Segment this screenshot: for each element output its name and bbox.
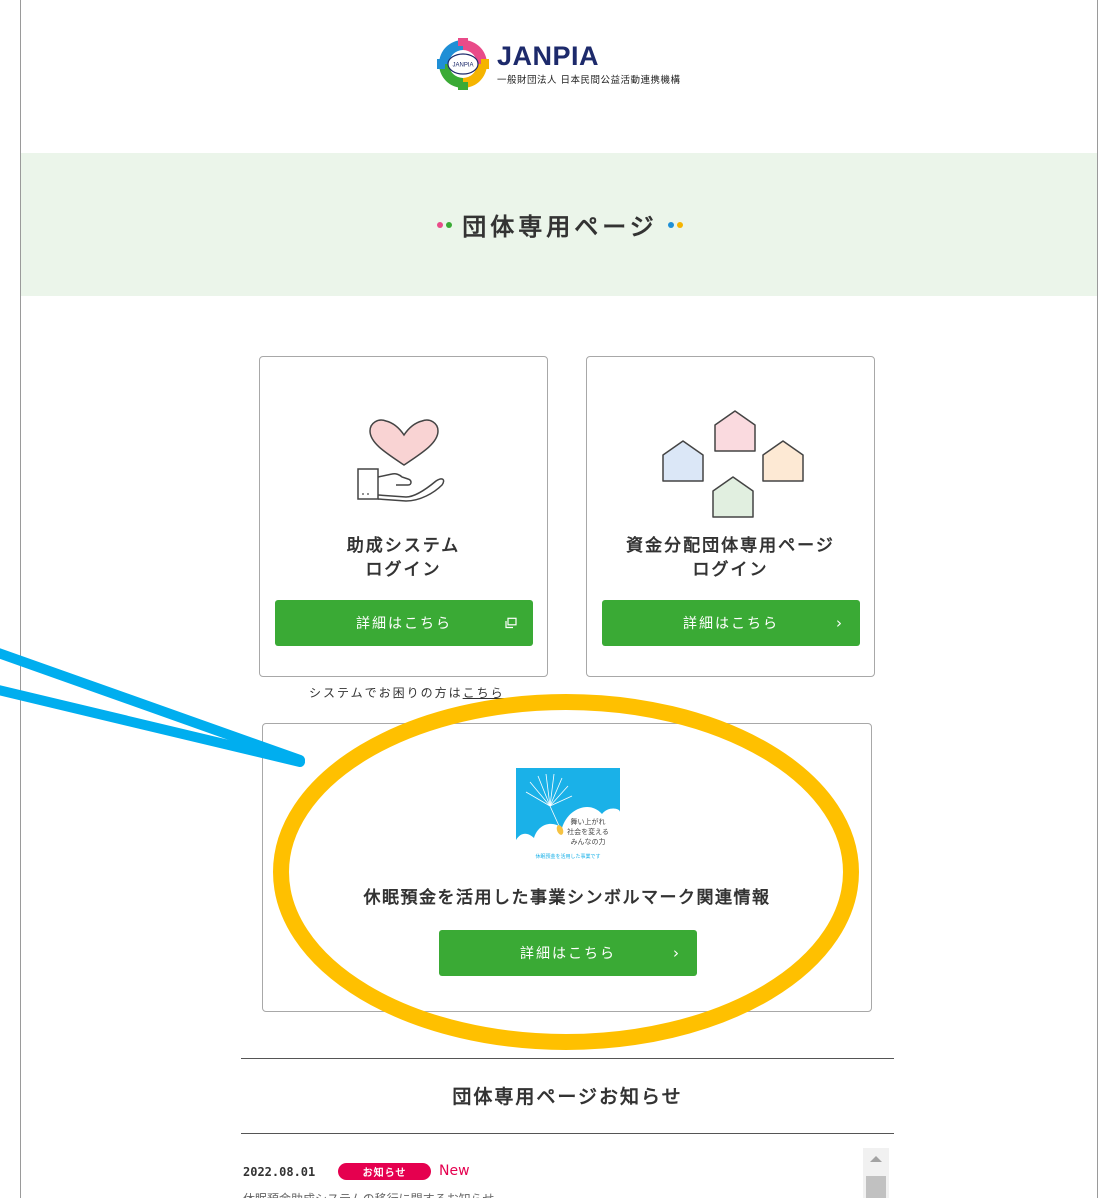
news-item-link[interactable]: 休眠預金助成システムの移行に関するお知らせ	[243, 1190, 494, 1198]
card-fund-title-line2: ログイン	[692, 560, 769, 580]
help-link[interactable]: こちら	[463, 686, 505, 700]
fund-page-detail-button[interactable]: 詳細はこちら ›	[602, 600, 860, 646]
scrollbar-thumb[interactable]	[866, 1176, 886, 1198]
janpia-logo-icon: JANPIA	[437, 38, 489, 90]
page-title: 団体専用ページ	[427, 207, 693, 242]
card-fund-title-line1: 資金分配団体専用ページ	[626, 536, 835, 556]
symbol-mark-detail-button[interactable]: 詳細はこちら ›	[439, 930, 697, 976]
fund-page-detail-button-label: 詳細はこちら	[683, 616, 779, 632]
external-link-icon	[505, 617, 517, 629]
houses-icon	[659, 409, 805, 521]
svg-text:JANPIA: JANPIA	[452, 63, 473, 69]
news-category-badge: お知らせ	[338, 1163, 431, 1180]
card-grant-title-line2: ログイン	[365, 560, 442, 580]
scroll-up-arrow-icon[interactable]	[870, 1156, 882, 1162]
symbol-mark-detail-button-label: 詳細はこちら	[520, 946, 616, 962]
chevron-right-icon: ›	[673, 944, 681, 962]
logo-text: JANPIA 一般財団法人 日本民間公益活動連携機構	[497, 40, 681, 86]
site-logo[interactable]: JANPIA JANPIA 一般財団法人 日本民間公益活動連携機構	[437, 36, 681, 92]
svg-text:社会を変える: 社会を変える	[567, 827, 609, 836]
grant-system-detail-button[interactable]: 詳細はこちら	[275, 600, 533, 646]
card-fund-distribution: 資金分配団体専用ページ ログイン 詳細はこちら ›	[586, 356, 875, 677]
card-grant-system: 助成システム ログイン 詳細はこちら	[259, 356, 548, 677]
logo-name: JANPIA	[497, 40, 600, 71]
decorative-dots-right-icon	[667, 221, 683, 228]
page-frame: JANPIA JANPIA 一般財団法人 日本民間公益活動連携機構 団体専用ペー…	[20, 0, 1098, 1198]
new-badge: New	[439, 1163, 470, 1179]
symbol-mark-logo: 舞い上がれ 社会を変える みんなの力 休眠預金を活用した事業です	[516, 768, 620, 866]
page-title-text: 団体専用ページ	[462, 213, 658, 241]
logo-subtitle: 一般財団法人 日本民間公益活動連携機構	[497, 74, 681, 86]
news-top-rule	[241, 1058, 894, 1059]
news-date: 2022.08.01	[243, 1165, 316, 1179]
heart-hand-icon	[356, 419, 452, 503]
chevron-right-icon: ›	[836, 614, 844, 632]
card-grant-title-line1: 助成システム	[346, 536, 461, 556]
svg-text:舞い上がれ: 舞い上がれ	[571, 817, 606, 826]
decorative-dots-left-icon	[437, 221, 453, 228]
svg-text:休眠預金を活用した事業です: 休眠預金を活用した事業です	[535, 853, 600, 860]
card-symbol-mark: 舞い上がれ 社会を変える みんなの力 休眠預金を活用した事業です 休眠預金を活用…	[262, 723, 872, 1012]
grant-system-detail-button-label: 詳細はこちら	[356, 616, 452, 632]
news-bottom-rule	[241, 1133, 894, 1134]
help-text-prefix: システムでお困りの方は	[309, 686, 463, 700]
title-band: 団体専用ページ	[21, 153, 1097, 296]
help-text: システムでお困りの方はこちら	[309, 684, 505, 701]
card-symbol-title: 休眠預金を活用した事業シンボルマーク関連情報	[363, 888, 771, 908]
news-heading: 団体専用ページお知らせ	[452, 1086, 683, 1108]
svg-text:みんなの力: みんなの力	[571, 837, 606, 846]
